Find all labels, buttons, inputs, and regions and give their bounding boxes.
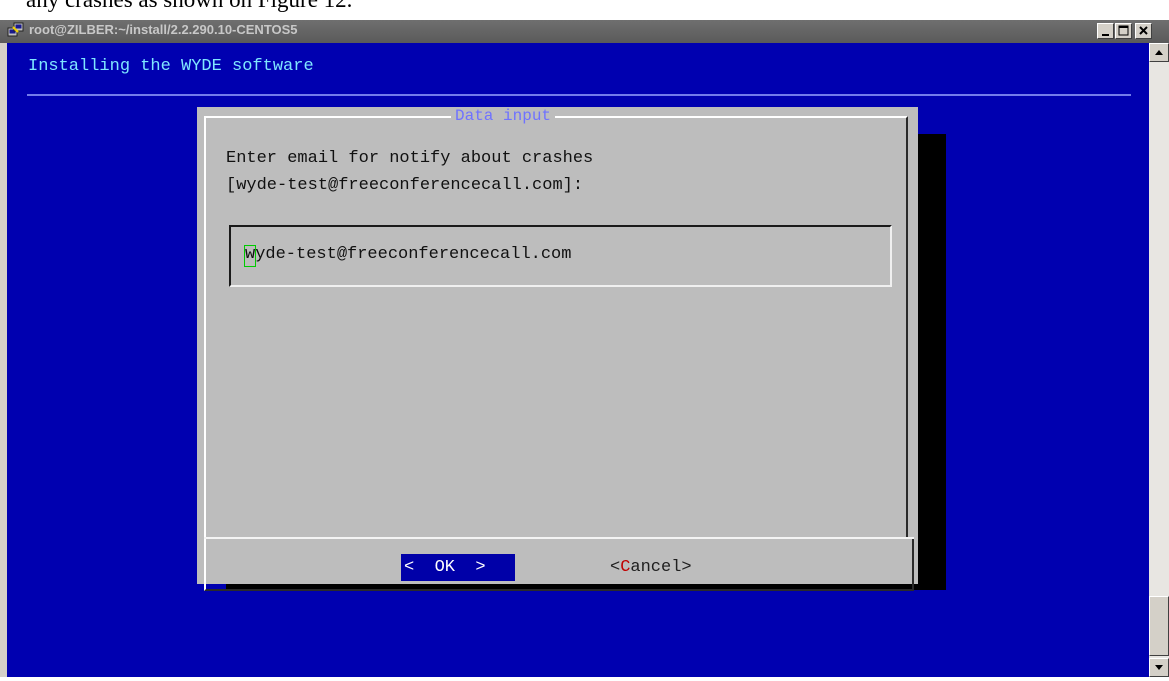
header-divider [27,94,1131,96]
dialog-title: Data input [451,107,556,125]
close-icon [1139,26,1148,35]
ok-label: OK [434,558,456,577]
scroll-up-button[interactable] [1149,43,1169,62]
arrow-down-icon [1155,665,1163,670]
maximize-button[interactable] [1115,23,1132,39]
window-title: root@ZILBER:~/install/2.2.290.10-CENTOS5 [29,22,298,37]
text-cursor [244,245,256,267]
terminal-screen[interactable]: Installing the WYDE software Data input … [7,43,1149,677]
dialog-prompt: Enter email for notify about crashes [wy… [226,145,593,199]
close-button[interactable] [1135,23,1152,39]
maximize-icon [1118,25,1129,36]
scroll-down-button[interactable] [1149,658,1169,677]
data-input-dialog: Data input Enter email for notify about … [197,107,918,591]
title-bar[interactable]: root@ZILBER:~/install/2.2.290.10-CENTOS5 [0,20,1169,43]
document-caption: any crashes as shown on Figure 12. [26,0,352,13]
vertical-scrollbar[interactable] [1149,43,1169,677]
ok-open-bracket: < [404,558,415,577]
putty-icon [7,22,24,37]
putty-window: root@ZILBER:~/install/2.2.290.10-CENTOS5… [0,20,1169,677]
cancel-open-bracket: < [610,558,621,577]
cancel-label: ancel> [630,558,692,577]
minimize-button[interactable] [1097,23,1114,39]
ok-close-bracket: > [475,558,486,577]
cancel-button[interactable]: <Cancel> [610,554,692,581]
installer-heading: Installing the WYDE software [28,57,314,76]
scroll-thumb[interactable] [1149,596,1169,656]
email-input-value[interactable]: wyde-test@freeconferencecall.com [245,245,571,264]
button-area [204,539,914,591]
minimize-icon [1102,34,1109,36]
prompt-line-2: [wyde-test@freeconferencecall.com]: [226,176,584,195]
cancel-hotkey: C [620,558,631,577]
prompt-line-1: Enter email for notify about crashes [226,149,594,168]
ok-button[interactable]: < OK > [401,554,515,581]
arrow-up-icon [1155,50,1163,55]
